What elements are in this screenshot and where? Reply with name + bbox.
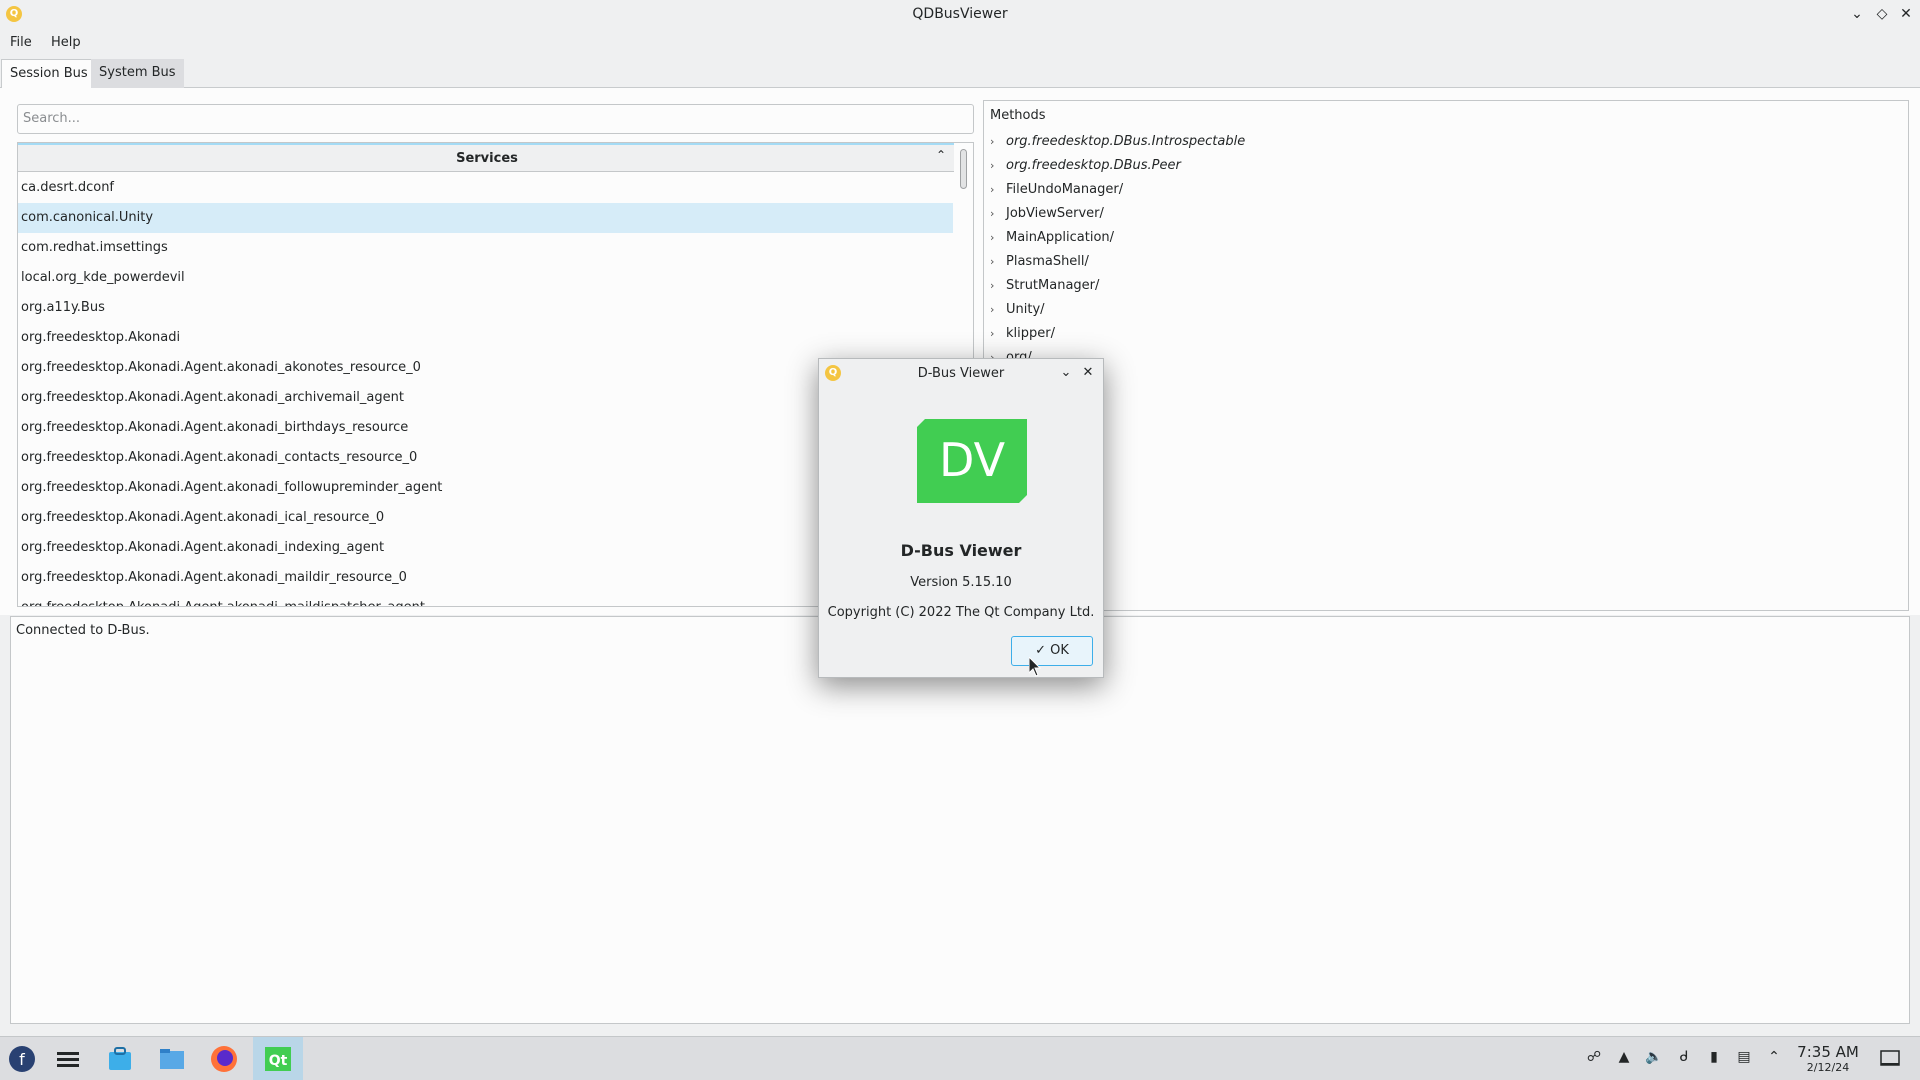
expand-chevron-icon[interactable]: › — [990, 178, 1006, 202]
tray-expand-chevron-icon[interactable]: ⌃ — [1764, 1049, 1784, 1069]
service-list-item[interactable]: org.freedesktop.Akonadi.Agent.akonadi_in… — [18, 533, 953, 563]
scrollbar-thumb[interactable] — [960, 149, 967, 189]
tray-updates-icon[interactable]: ▲ — [1614, 1049, 1634, 1069]
menu-help[interactable]: Help — [51, 35, 81, 50]
method-node-label: StrutManager/ — [1006, 278, 1100, 293]
method-node-label: MainApplication/ — [1006, 230, 1115, 245]
close-icon[interactable]: ✕ — [1896, 4, 1916, 24]
method-node-label: org.freedesktop.DBus.Peer — [1006, 158, 1181, 173]
clock-time: 7:35 AM — [1797, 1043, 1859, 1061]
check-icon: ✓ — [1035, 643, 1046, 658]
svg-text:DV: DV — [939, 433, 1006, 487]
method-tree-node[interactable]: › MainApplication/ — [990, 226, 1245, 250]
dialog-minimize-icon[interactable]: ⌄ — [1057, 364, 1075, 382]
method-tree-node[interactable]: › PlasmaShell/ — [990, 250, 1245, 274]
tray-network-share-icon[interactable]: ☍ — [1584, 1049, 1604, 1069]
methods-label: Methods — [990, 108, 1046, 123]
taskbar: f Qt ☍ ▲ 🔈 ᑯ ▮ ▤ ⌃ 7:35 AM 2/12/24 — [0, 1036, 1920, 1080]
service-list-item[interactable]: org.freedesktop.Akonadi — [18, 323, 953, 353]
service-list-item[interactable]: ca.desrt.dconf — [18, 173, 953, 203]
dbus-viewer-logo: DV — [917, 419, 1027, 503]
services-rows: ca.desrt.dconf com.canonical.Unity com.red… — [18, 173, 953, 606]
service-list-item[interactable]: org.freedesktop.Akonadi.Agent.akonadi_ma… — [18, 593, 953, 606]
fedora-launcher-icon[interactable]: f — [6, 1043, 38, 1075]
services-header-label: Services — [456, 151, 518, 166]
clock[interactable]: 7:35 AM 2/12/24 — [1796, 1043, 1860, 1074]
methods-panel: Methods › org.freedesktop.DBus.Introspect… — [983, 100, 1909, 611]
service-list-item[interactable]: org.freedesktop.Akonadi.Agent.akonadi_ic… — [18, 503, 953, 533]
service-list-item[interactable]: org.freedesktop.Akonadi.Agent.akonadi_ma… — [18, 563, 953, 593]
method-tree-node[interactable]: › klipper/ — [990, 322, 1245, 346]
file-manager-icon[interactable] — [156, 1043, 188, 1075]
clock-date: 2/12/24 — [1806, 1061, 1850, 1074]
ok-button[interactable]: ✓ OK — [1011, 636, 1093, 666]
window-titlebar: Q QDBusViewer ⌄ ◇ ✕ — [0, 0, 1920, 29]
maximize-icon[interactable]: ◇ — [1872, 4, 1892, 24]
dialog-titlebar: Q D-Bus Viewer ⌄ ✕ — [819, 359, 1103, 389]
service-list-item[interactable]: local.org_kde_powerdevil — [18, 263, 953, 293]
dialog-close-icon[interactable]: ✕ — [1079, 364, 1097, 382]
service-list-item[interactable]: org.freedesktop.Akonadi.Agent.akonadi_ak… — [18, 353, 953, 383]
dialog-app-name: D-Bus Viewer — [900, 541, 1022, 560]
mouse-cursor-icon — [1029, 657, 1041, 677]
show-desktop-icon[interactable] — [1878, 1047, 1902, 1071]
method-tree-node[interactable]: › FileUndoManager/ — [990, 178, 1245, 202]
expand-chevron-icon[interactable]: › — [990, 226, 1006, 250]
service-list-item[interactable]: org.freedesktop.Akonadi.Agent.akonadi_co… — [18, 443, 953, 473]
expand-chevron-icon[interactable]: › — [990, 154, 1006, 178]
method-tree-node[interactable]: › JobViewServer/ — [990, 202, 1245, 226]
expand-chevron-icon[interactable]: › — [990, 130, 1006, 154]
tray-network-icon[interactable]: ▤ — [1734, 1049, 1754, 1069]
tray-bluetooth-icon[interactable]: ᑯ — [1674, 1049, 1694, 1069]
service-list-item[interactable]: com.canonical.Unity — [18, 203, 953, 233]
minimize-icon[interactable]: ⌄ — [1847, 4, 1867, 24]
method-node-label: org.freedesktop.DBus.Introspectable — [1006, 134, 1246, 149]
method-node-label: Unity/ — [1006, 302, 1045, 317]
expand-chevron-icon[interactable]: › — [990, 298, 1006, 322]
bus-tabs: Session Bus System Bus — [0, 59, 1920, 88]
dialog-copyright: Copyright (C) 2022 The Qt Company Ltd. — [827, 605, 1095, 620]
service-list-item[interactable]: org.freedesktop.Akonadi.Agent.akonadi_fo… — [18, 473, 953, 503]
window-title: QDBusViewer — [912, 6, 1008, 22]
method-node-label: klipper/ — [1006, 326, 1055, 341]
expand-chevron-icon[interactable]: › — [990, 322, 1006, 346]
expand-chevron-icon[interactable]: › — [990, 274, 1006, 298]
ok-label: OK — [1050, 643, 1069, 658]
tray-volume-icon[interactable]: 🔈 — [1644, 1049, 1664, 1069]
method-node-label: PlasmaShell/ — [1006, 254, 1089, 269]
expand-chevron-icon[interactable]: › — [990, 202, 1006, 226]
tray-storage-icon[interactable]: ▮ — [1704, 1049, 1724, 1069]
method-tree-node[interactable]: › Unity/ — [990, 298, 1245, 322]
about-dialog: Q D-Bus Viewer ⌄ ✕ DV D-Bus Viewer Versi… — [818, 358, 1104, 678]
method-tree-node[interactable]: › org.freedesktop.DBus.Peer — [990, 154, 1245, 178]
firefox-icon[interactable] — [208, 1043, 240, 1075]
search-input[interactable]: Search... — [17, 104, 974, 134]
method-node-label: FileUndoManager/ — [1006, 182, 1124, 197]
service-list-item[interactable]: org.freedesktop.Akonadi.Agent.akonadi_ar… — [18, 383, 953, 413]
services-header[interactable]: Services ⌃ — [18, 143, 956, 172]
method-tree-node[interactable]: › org.freedesktop.DBus.Introspectable — [990, 130, 1245, 154]
menu-file[interactable]: File — [10, 35, 32, 50]
svg-text:f: f — [19, 1050, 25, 1069]
log-text: Connected to D-Bus. — [16, 623, 150, 638]
menu-bar: File Help — [0, 29, 1920, 57]
software-center-icon[interactable] — [104, 1043, 136, 1075]
dialog-version: Version 5.15.10 — [910, 575, 1012, 590]
sort-chevron-up-icon[interactable]: ⌃ — [936, 148, 946, 162]
pager-icon[interactable] — [52, 1043, 84, 1075]
service-list-item[interactable]: org.a11y.Bus — [18, 293, 953, 323]
method-tree-node[interactable]: › StrutManager/ — [990, 274, 1245, 298]
svg-text:Qt: Qt — [269, 1053, 288, 1069]
method-node-label: JobViewServer/ — [1006, 206, 1104, 221]
methods-tree: › org.freedesktop.DBus.Introspectable › org… — [990, 130, 1245, 370]
tab-system-bus[interactable]: System Bus — [91, 59, 184, 88]
service-list-item[interactable]: org.freedesktop.Akonadi.Agent.akonadi_bi… — [18, 413, 953, 443]
qt-dbusviewer-task-icon[interactable]: Qt — [262, 1043, 294, 1075]
tab-session-bus[interactable]: Session Bus — [1, 59, 97, 88]
expand-chevron-icon[interactable]: › — [990, 250, 1006, 274]
service-list-item[interactable]: com.redhat.imsettings — [18, 233, 953, 263]
